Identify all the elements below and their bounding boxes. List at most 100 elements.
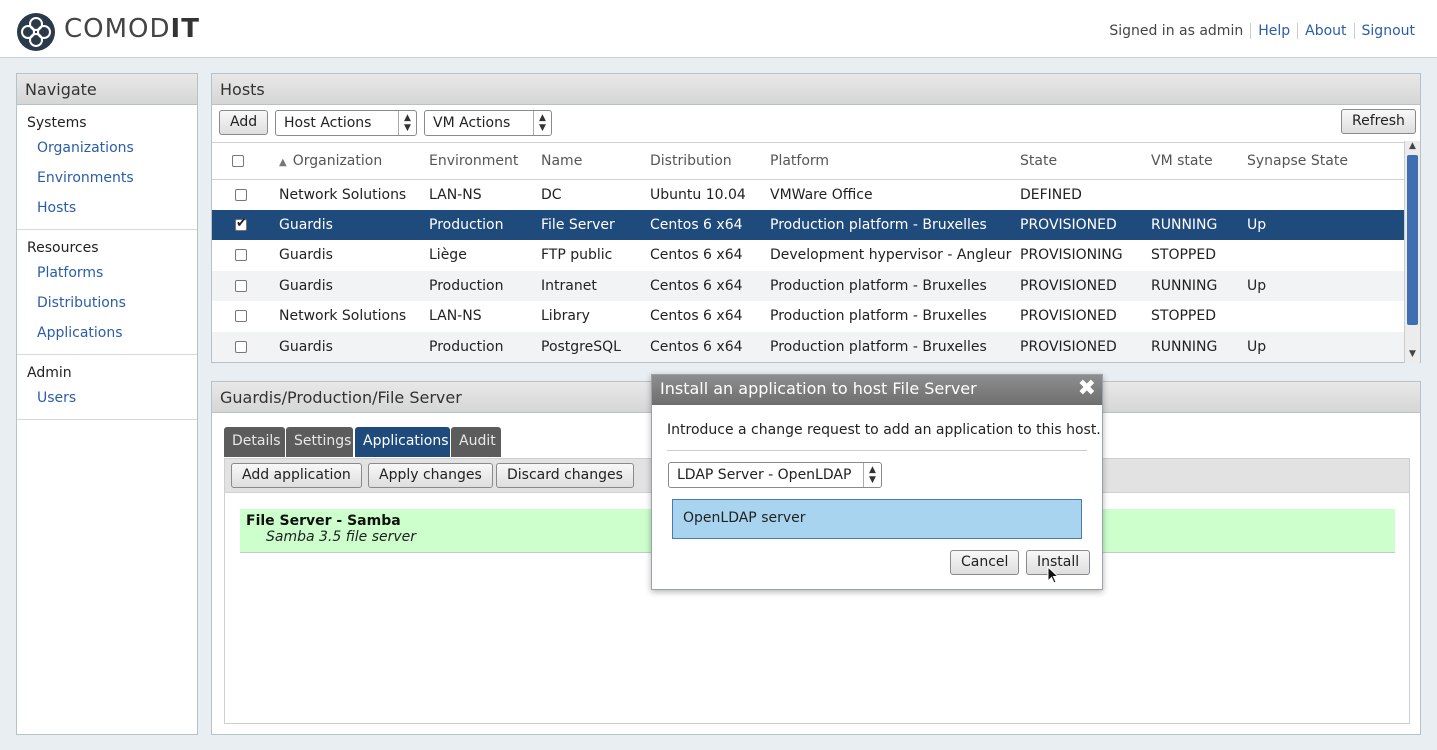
col-synapse-state[interactable]: Synapse State [1243, 143, 1405, 180]
cell-dist: Centos 6 x64 [650, 247, 743, 264]
cell-vm-state: RUNNING [1147, 331, 1243, 362]
cell-org: Network Solutions [279, 308, 407, 325]
scroll-thumb[interactable] [1407, 155, 1418, 325]
refresh-button[interactable]: Refresh [1341, 109, 1416, 134]
brand-bold: IT [170, 14, 200, 44]
row-checkbox-cell [212, 331, 275, 362]
cell-synapse: Up [1243, 209, 1405, 240]
col-platform[interactable]: Platform [766, 143, 1016, 180]
cell-org: Guardis [279, 247, 333, 264]
row-checkbox[interactable] [235, 279, 247, 292]
nav-item-users[interactable]: Users [17, 383, 197, 413]
cell-platform: VMWare Office [770, 186, 873, 203]
hosts-table-header: ▲ Organization Environment Name Distribut… [212, 143, 1405, 180]
application-select[interactable]: LDAP Server - OpenLDAP ▲ ▼ [668, 462, 882, 488]
vm-actions-select[interactable]: VM Actions ▲ ▼ [424, 110, 552, 136]
application-option-selected[interactable]: OpenLDAP server [672, 499, 1082, 539]
navigate-panel: Navigate Systems Organizations Environme… [16, 73, 198, 735]
select-all-checkbox[interactable] [232, 154, 244, 167]
host-actions-value: Host Actions [284, 115, 372, 131]
row-checkbox[interactable] [235, 249, 247, 262]
nav-item-distributions[interactable]: Distributions [17, 288, 197, 318]
discard-changes-button[interactable]: Discard changes [496, 463, 634, 488]
table-row-selected[interactable]: Guardis Production File Server Centos 6 … [212, 209, 1405, 240]
col-vm-state[interactable]: VM state [1147, 143, 1243, 180]
table-row[interactable]: Guardis Production Intranet Centos 6 x64… [212, 270, 1405, 301]
about-link[interactable]: About [1299, 23, 1352, 39]
hosts-scrollbar[interactable]: ▲ ▼ [1404, 141, 1420, 363]
cell-dist: Centos 6 x64 [646, 209, 766, 240]
scroll-down-icon[interactable]: ▼ [1405, 349, 1420, 363]
cell-platform: Production platform - Bruxelles [766, 270, 1016, 301]
cell-synapse [1243, 240, 1405, 271]
nav-head-admin: Admin [27, 365, 72, 381]
cell-platform: Production platform - Bruxelles [766, 331, 1016, 362]
table-row[interactable]: Network Solutions LAN-NS DC Ubuntu 10.04… [212, 179, 1405, 210]
cell-state: DEFINED [1020, 186, 1082, 203]
tab-settings[interactable]: Settings [286, 427, 353, 457]
signout-link[interactable]: Signout [1356, 23, 1421, 39]
row-checkbox[interactable] [235, 310, 247, 323]
cell-name: Intranet [537, 270, 646, 301]
table-row[interactable]: Guardis Production PostgreSQL Centos 6 x… [212, 331, 1405, 362]
cell-state: PROVISIONING [1020, 247, 1123, 264]
cell-env: Production [425, 331, 537, 362]
cancel-button[interactable]: Cancel [950, 550, 1020, 575]
table-row[interactable]: Network Solutions LAN-NS Library Centos … [212, 301, 1405, 332]
add-application-button[interactable]: Add application [231, 463, 362, 488]
top-bar: COMODIT Signed in as admin Help About Signo… [0, 0, 1437, 58]
col-distribution[interactable]: Distribution [646, 143, 766, 180]
hosts-title: Hosts [212, 74, 1420, 105]
row-checkbox[interactable] [235, 340, 247, 353]
tab-applications[interactable]: Applications [355, 427, 450, 457]
select-arrows-icon: ▲ ▼ [863, 463, 881, 487]
nav-item-environments[interactable]: Environments [17, 163, 197, 193]
brand-name: COMODIT [64, 14, 200, 44]
cell-vm-state: RUNNING [1147, 209, 1243, 240]
row-checkbox-cell [212, 179, 275, 210]
nav-item-applications[interactable]: Applications [17, 318, 197, 348]
cell-org: Guardis [275, 209, 425, 240]
scroll-up-icon[interactable]: ▲ [1405, 141, 1420, 155]
cell-synapse [1243, 179, 1405, 210]
cell-name: File Server [537, 209, 646, 240]
cell-env: Production [425, 209, 537, 240]
dialog-title: Install an application to host File Serv… [652, 375, 1102, 405]
nav-item-organizations[interactable]: Organizations [17, 133, 197, 163]
close-icon[interactable]: ✖ [1078, 376, 1096, 401]
help-link[interactable]: Help [1252, 23, 1296, 39]
table-row[interactable]: Guardis Liège FTP public Centos 6 x64 De… [212, 240, 1405, 271]
cell-org: Network Solutions [279, 186, 407, 203]
hosts-table: ▲ Organization Environment Name Distribut… [212, 143, 1405, 362]
select-arrows-icon: ▲ ▼ [533, 111, 551, 135]
cell-state: PROVISIONED [1016, 209, 1147, 240]
apply-changes-button[interactable]: Apply changes [368, 463, 493, 488]
host-actions-select[interactable]: Host Actions ▲ ▼ [275, 110, 417, 136]
cell-vm-state: STOPPED [1151, 308, 1216, 325]
signed-in-text: Signed in as admin [1109, 23, 1244, 39]
cell-env: Liège [429, 247, 467, 264]
cell-dist: Centos 6 x64 [650, 308, 743, 325]
cell-state: PROVISIONED [1016, 270, 1147, 301]
nav-item-hosts[interactable]: Hosts [17, 193, 197, 223]
tab-audit[interactable]: Audit [451, 427, 501, 457]
mouse-pointer-icon [1047, 566, 1060, 584]
row-checkbox-cell [212, 209, 275, 240]
cell-vm-state: RUNNING [1147, 270, 1243, 301]
row-checkbox-checked[interactable] [235, 216, 247, 231]
cell-synapse: Up [1243, 331, 1405, 362]
cell-name: PostgreSQL [537, 331, 646, 362]
col-state[interactable]: State [1016, 143, 1147, 180]
row-checkbox[interactable] [235, 188, 247, 201]
tab-details[interactable]: Details [224, 427, 285, 457]
col-name[interactable]: Name [537, 143, 646, 180]
add-host-button[interactable]: Add [219, 110, 269, 135]
nav-item-platforms[interactable]: Platforms [17, 258, 197, 288]
cell-dist: Ubuntu 10.04 [650, 186, 746, 203]
row-checkbox-cell [212, 240, 275, 271]
col-environment[interactable]: Environment [425, 143, 537, 180]
col-organization[interactable]: ▲ Organization [275, 143, 425, 180]
cell-state: PROVISIONED [1016, 331, 1147, 362]
nav-section-systems: Systems Organizations Environments Hosts [17, 105, 197, 230]
cell-env: LAN-NS [429, 308, 482, 325]
